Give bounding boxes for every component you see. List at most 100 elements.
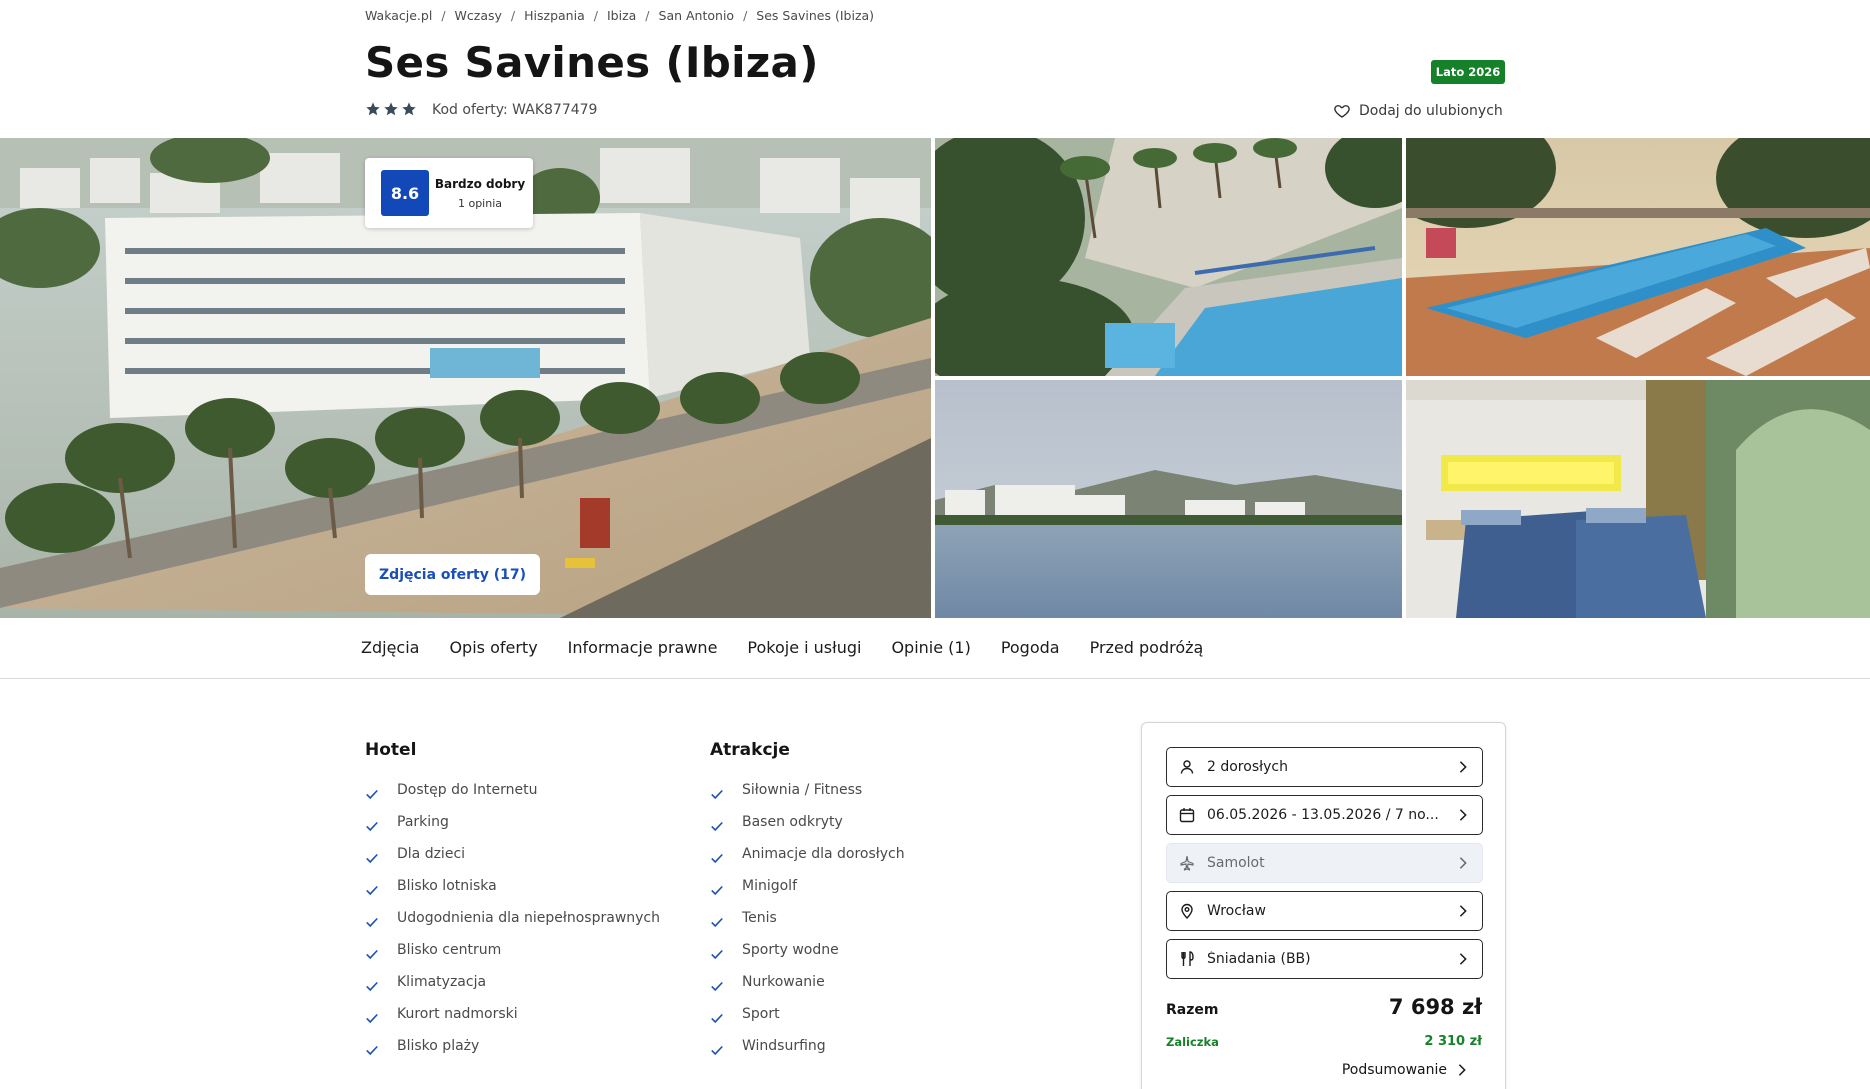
offer-header: Wakacje.pl / Wczasy / Hiszpania / Ibiza …	[0, 0, 1870, 138]
pool-sunset-image	[1406, 138, 1870, 376]
check-icon	[711, 1013, 723, 1024]
photo-gallery: 8.6 Bardzo dobry 1 opinia Zdjęcia oferty…	[0, 138, 1870, 618]
tab-offer-description[interactable]: Opis oferty	[449, 638, 537, 657]
breadcrumb-item-san-antonio[interactable]: San Antonio	[659, 8, 735, 23]
check-icon	[711, 949, 723, 960]
tab-weather[interactable]: Pogoda	[1001, 638, 1060, 657]
attraction-label: Siłownia / Fitness	[742, 782, 863, 798]
check-icon	[366, 917, 378, 928]
favorite-label: Dodaj do ulubionych	[1359, 103, 1503, 119]
chevron-right-icon	[1459, 761, 1467, 773]
offer-photos-button[interactable]: Zdjęcia oferty (17)	[365, 554, 540, 595]
amenity-label: Parking	[397, 814, 449, 830]
dates-selector[interactable]: 06.05.2026 - 13.05.2026 / 7 no...	[1166, 795, 1483, 835]
offer-code: Kod oferty: WAK877479	[432, 102, 598, 118]
amenity-label: Klimatyzacja	[397, 974, 487, 990]
amenity-item: Blisko plaży	[365, 1030, 660, 1062]
attraction-label: Minigolf	[742, 878, 798, 894]
tab-rooms-services[interactable]: Pokoje i usługi	[747, 638, 861, 657]
attraction-label: Basen odkryty	[742, 814, 843, 830]
board-selector[interactable]: Śniadania (BB)	[1166, 939, 1483, 979]
check-icon	[711, 1045, 723, 1056]
rating-count: 1 opinia	[457, 196, 503, 210]
breadcrumb-separator: /	[743, 8, 748, 23]
calendar-icon	[1179, 808, 1195, 823]
tab-photos[interactable]: Zdjęcia	[361, 638, 419, 657]
tab-before-trip[interactable]: Przed podróżą	[1090, 638, 1204, 657]
add-to-favorites-button[interactable]: Dodaj do ulubionych	[1333, 102, 1503, 120]
breadcrumb: Wakacje.pl / Wczasy / Hiszpania / Ibiza …	[365, 8, 874, 23]
check-icon	[711, 885, 723, 896]
hotel-amenities-title: Hotel	[365, 740, 417, 760]
summary-label: Podsumowanie	[1341, 1062, 1447, 1078]
breadcrumb-separator: /	[645, 8, 650, 23]
attraction-item: Nurkowanie	[710, 966, 905, 998]
offer-tabs: Zdjęcia Opis oferty Informacje prawne Po…	[0, 618, 1870, 679]
tab-legal-info[interactable]: Informacje prawne	[568, 638, 718, 657]
check-icon	[366, 949, 378, 960]
attraction-item: Windsurfing	[710, 1030, 905, 1062]
hotel-room-image	[1406, 380, 1870, 618]
hotel-amenities: Hotel Dostęp do Internetu Parking Dla dz…	[365, 740, 660, 1062]
transport-value: Samolot	[1207, 855, 1265, 871]
amenity-item: Blisko centrum	[365, 934, 660, 966]
gallery-photo-pool-sunset[interactable]	[1406, 138, 1870, 376]
attractions-title: Atrakcje	[710, 740, 790, 760]
gallery-photo-pool-aerial[interactable]	[935, 138, 1402, 376]
tab-reviews[interactable]: Opinie (1)	[891, 638, 970, 657]
breadcrumb-item-wakacje[interactable]: Wakacje.pl	[365, 8, 432, 23]
rating-card[interactable]: 8.6 Bardzo dobry 1 opinia	[365, 158, 533, 228]
attraction-item: Sport	[710, 998, 905, 1030]
summary-link[interactable]: Podsumowanie	[1342, 1062, 1469, 1078]
attraction-label: Tenis	[742, 910, 777, 926]
amenity-label: Blisko plaży	[397, 1038, 480, 1054]
amenity-label: Dla dzieci	[397, 846, 466, 862]
rating-label: Bardzo dobry	[434, 176, 526, 191]
amenity-item: Dostęp do Internetu	[365, 774, 660, 806]
attraction-label: Animacje dla dorosłych	[742, 846, 905, 862]
attraction-item: Minigolf	[710, 870, 905, 902]
attractions: Atrakcje Siłownia / Fitness Basen odkryt…	[710, 740, 905, 1062]
rating-score: 8.6	[381, 170, 429, 216]
breadcrumb-item-ibiza[interactable]: Ibiza	[607, 8, 636, 23]
heart-icon	[1334, 105, 1350, 118]
departure-selector[interactable]: Wrocław	[1166, 891, 1483, 931]
breadcrumb-item-hiszpania[interactable]: Hiszpania	[524, 8, 585, 23]
amenity-label: Udogodnienia dla niepełnosprawnych	[397, 910, 660, 926]
person-icon	[1180, 760, 1194, 774]
gallery-photo-room[interactable]	[1406, 380, 1870, 618]
page-title: Ses Savines (Ibiza)	[365, 38, 819, 87]
transport-selector[interactable]: Samolot	[1166, 843, 1483, 883]
attraction-item: Basen odkryty	[710, 806, 905, 838]
travelers-selector[interactable]: 2 dorosłych	[1166, 747, 1483, 787]
travelers-value: 2 dorosłych	[1207, 759, 1288, 775]
attraction-label: Sport	[742, 1006, 780, 1022]
rating-text: Bardzo dobry 1 opinia	[434, 176, 526, 210]
dates-value: 06.05.2026 - 13.05.2026 / 7 no...	[1207, 807, 1439, 823]
cutlery-icon	[1181, 951, 1194, 966]
check-icon	[711, 981, 723, 992]
amenity-label: Blisko centrum	[397, 942, 502, 958]
attraction-item: Tenis	[710, 902, 905, 934]
check-icon	[366, 1045, 378, 1056]
chevron-right-icon	[1459, 905, 1467, 917]
deposit-label: Zaliczka	[1166, 1035, 1219, 1049]
attraction-label: Nurkowanie	[742, 974, 825, 990]
check-icon	[711, 917, 723, 928]
total-label: Razem	[1166, 1002, 1219, 1018]
main-hotel-photo[interactable]: 8.6 Bardzo dobry 1 opinia Zdjęcia oferty…	[0, 138, 931, 618]
total-price: 7 698 zł	[1388, 995, 1482, 1019]
season-badge: Lato 2026	[1431, 60, 1505, 84]
amenity-label: Kurort nadmorski	[397, 1006, 518, 1022]
attraction-label: Windsurfing	[742, 1038, 826, 1054]
amenity-item: Dla dzieci	[365, 838, 660, 870]
attraction-item: Animacje dla dorosłych	[710, 838, 905, 870]
breadcrumb-item-wczasy[interactable]: Wczasy	[455, 8, 502, 23]
chevron-right-icon	[1459, 857, 1467, 869]
star-icon	[384, 102, 398, 116]
gallery-photo-coast[interactable]	[935, 380, 1402, 618]
board-value: Śniadania (BB)	[1207, 951, 1311, 967]
check-icon	[366, 1013, 378, 1024]
check-icon	[366, 885, 378, 896]
breadcrumb-item-current[interactable]: Ses Savines (Ibiza)	[756, 8, 874, 23]
